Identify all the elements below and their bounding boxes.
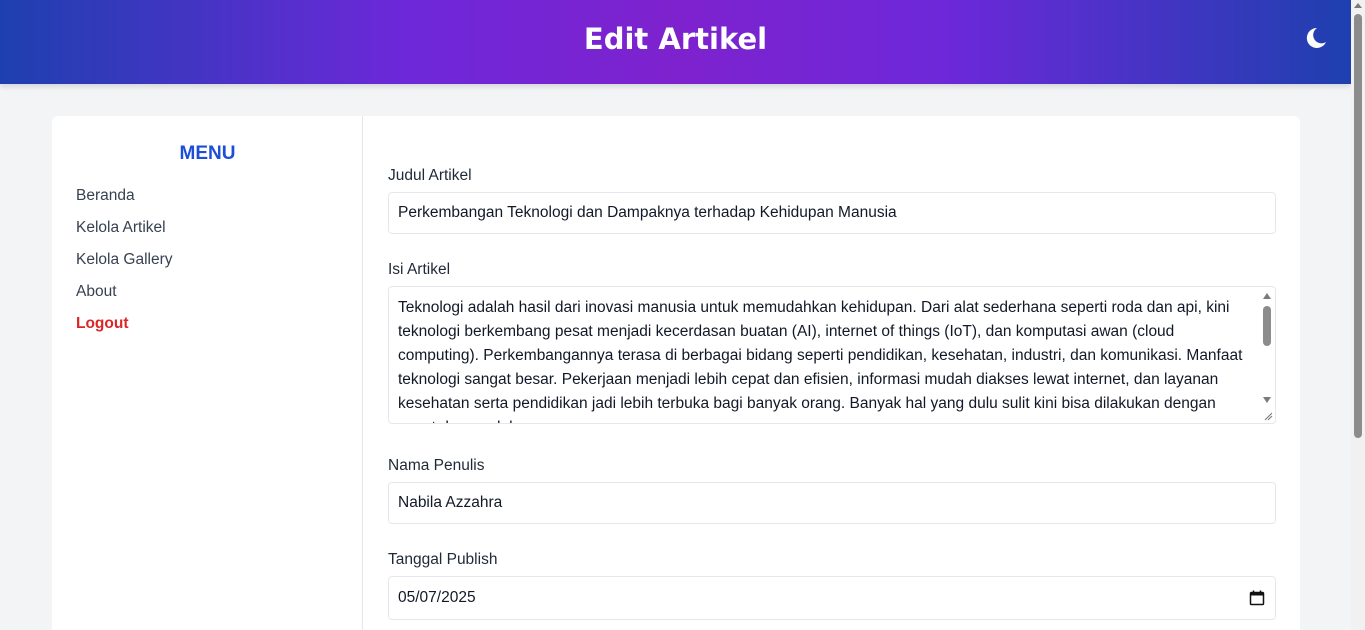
page-header: Edit Artikel [0,0,1351,84]
sidebar-title: MENU [179,143,236,164]
tanggal-input[interactable]: 05/07/2025 [388,576,1276,620]
isi-label: Isi Artikel [388,261,451,278]
textarea-scroll-down-icon[interactable] [1263,397,1271,403]
scroll-thumb[interactable] [1354,14,1362,438]
tanggal-input-value: 05/07/2025 [398,589,476,606]
penulis-input-value: Nabila Azzahra [398,494,503,511]
textarea-scroll-up-icon[interactable] [1263,293,1271,299]
page-title: Edit Artikel [583,22,768,56]
judul-input-value: Perkembangan Teknologi dan Dampaknya ter… [398,204,897,221]
resize-handle-icon[interactable] [1263,411,1273,421]
sidebar-item-beranda[interactable]: Beranda [76,187,135,205]
content-card: MENU Beranda Kelola Artikel Kelola Galle… [52,116,1300,630]
penulis-input[interactable]: Nabila Azzahra [388,482,1276,524]
tanggal-label: Tanggal Publish [388,551,498,568]
isi-textarea[interactable]: Teknologi adalah hasil dari inovasi manu… [388,286,1276,424]
textarea-scrollbar[interactable] [1261,289,1273,409]
page-scrollbar[interactable] [1351,0,1365,630]
penulis-label: Nama Penulis [388,457,485,474]
textarea-scroll-thumb[interactable] [1263,306,1271,346]
judul-input[interactable]: Perkembangan Teknologi dan Dampaknya ter… [388,192,1276,234]
sidebar-item-logout[interactable]: Logout [76,315,129,333]
moon-icon[interactable] [1300,24,1328,52]
judul-label: Judul Artikel [388,167,472,184]
calendar-icon[interactable] [1249,590,1265,606]
scroll-up-arrow-icon[interactable] [1354,3,1362,8]
sidebar-item-about[interactable]: About [76,283,117,301]
sidebar-item-kelola-artikel[interactable]: Kelola Artikel [76,219,166,237]
sidebar: MENU Beranda Kelola Artikel Kelola Galle… [52,116,363,630]
sidebar-item-kelola-gallery[interactable]: Kelola Gallery [76,251,173,269]
edit-form: Judul Artikel Perkembangan Teknologi dan… [364,116,1300,630]
isi-textarea-value: Teknologi adalah hasil dari inovasi manu… [398,299,1243,423]
